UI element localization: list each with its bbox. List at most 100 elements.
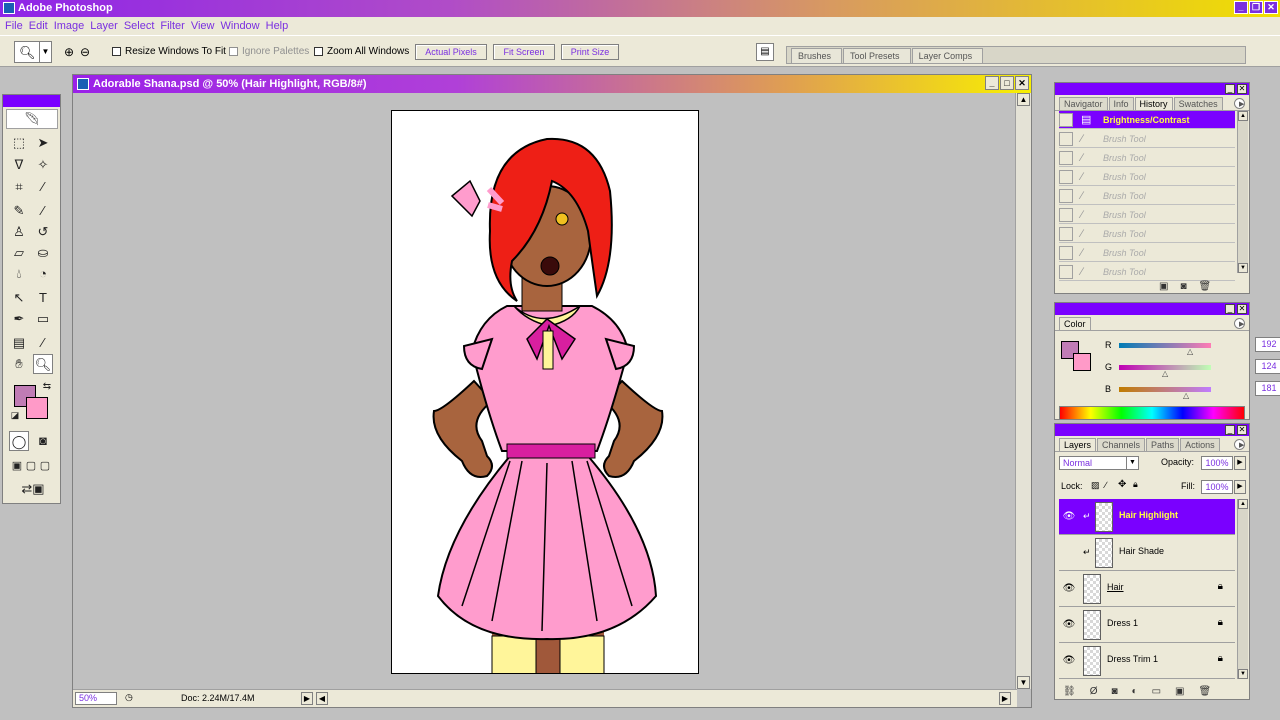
menu-select[interactable]: Select (123, 20, 160, 32)
scroll-up-icon[interactable]: ▲ (1238, 111, 1248, 121)
opacity-field[interactable]: 100% (1201, 456, 1233, 470)
crop-tool-icon[interactable]: ⌗ (9, 177, 29, 197)
standard-mode-icon[interactable]: ◯ (9, 431, 29, 451)
tab-color[interactable]: Color (1059, 317, 1091, 330)
panel-menu-icon[interactable]: ▶ (1234, 439, 1245, 450)
healing-brush-tool-icon[interactable]: ✎ (9, 201, 29, 221)
tab-info[interactable]: Info (1108, 97, 1134, 110)
adjustment-layer-icon[interactable]: ◐ (1132, 686, 1138, 697)
blend-mode-select[interactable]: Normal ▼ (1059, 456, 1139, 470)
panel-close-button[interactable]: ✕ (1237, 425, 1247, 435)
well-tab-layer-comps[interactable]: Layer Comps (911, 48, 984, 63)
brush-tool-icon[interactable]: ∕ (33, 201, 53, 221)
actual-pixels-button[interactable]: Actual Pixels (415, 44, 487, 60)
scroll-left-icon[interactable]: ◀ (316, 692, 328, 705)
fill-arrow-icon[interactable]: ▶ (1234, 480, 1246, 494)
layer-row[interactable]: 👁︎ ↵ Hair Highlight (1059, 499, 1235, 535)
type-tool-icon[interactable]: T (33, 288, 53, 308)
red-value-field[interactable]: 192 (1255, 337, 1280, 352)
scroll-down-icon[interactable]: ▼ (1017, 676, 1030, 689)
fit-screen-button[interactable]: Fit Screen (493, 44, 555, 60)
blue-slider[interactable] (1119, 387, 1211, 392)
zoom-options-icon[interactable]: ◷ (125, 692, 133, 703)
tab-swatches[interactable]: Swatches (1173, 97, 1223, 110)
blue-slider-thumb-icon[interactable]: △ (1183, 391, 1189, 400)
history-panel-header[interactable]: _ ✕ (1055, 83, 1249, 95)
opacity-arrow-icon[interactable]: ▶ (1234, 456, 1246, 470)
dodge-tool-icon[interactable]: ◔ (33, 264, 53, 284)
print-size-button[interactable]: Print Size (561, 44, 619, 60)
jump-to-imageready-icon[interactable]: ⇄▣ (13, 479, 53, 499)
swap-colors-icon[interactable]: ⇆ (37, 377, 57, 397)
panel-close-button[interactable]: ✕ (1237, 84, 1247, 94)
history-item[interactable]: ∕ Brush Tool (1059, 130, 1235, 148)
doc-maximize-button[interactable]: □ (1000, 76, 1014, 90)
layer-row[interactable]: 👁︎ Dress 1 🔒︎ (1059, 607, 1235, 643)
path-selection-tool-icon[interactable]: ↖ (9, 288, 29, 308)
vertical-scrollbar[interactable]: ▲ ▼ (1015, 93, 1031, 689)
layer-row[interactable]: 👁︎ Dress Trim 1 🔒︎ (1059, 643, 1235, 679)
slice-tool-icon[interactable]: ⁄ (33, 177, 53, 197)
history-snapshot-checkbox[interactable] (1059, 226, 1073, 241)
tab-layers[interactable]: Layers (1059, 438, 1097, 451)
lock-pixels-icon[interactable]: ∕ (1105, 480, 1107, 490)
new-snapshot-icon[interactable]: ◙ (1180, 281, 1186, 292)
restore-button[interactable]: ❐ (1249, 1, 1263, 14)
history-snapshot-checkbox[interactable] (1059, 207, 1073, 222)
pen-tool-icon[interactable]: ✒ (9, 309, 29, 329)
history-snapshot-checkbox[interactable] (1059, 112, 1073, 127)
zoom-all-windows-checkbox[interactable]: Zoom All Windows (314, 46, 409, 57)
panel-minimize-button[interactable]: _ (1225, 425, 1235, 435)
minimize-button[interactable]: _ (1234, 1, 1248, 14)
scroll-down-icon[interactable]: ▼ (1238, 263, 1248, 273)
new-document-from-state-icon[interactable]: ▣ (1159, 281, 1168, 292)
history-snapshot-checkbox[interactable] (1059, 188, 1073, 203)
zoom-tool-icon[interactable]: 🔍︎ (33, 354, 53, 374)
shape-tool-icon[interactable]: ▭ (33, 309, 53, 329)
green-slider-thumb-icon[interactable]: △ (1162, 369, 1168, 378)
layer-row[interactable]: 👁︎ Hair 🔒︎ (1059, 571, 1235, 607)
panel-menu-icon[interactable]: ▶ (1234, 98, 1245, 109)
history-item[interactable]: ∕ Brush Tool (1059, 225, 1235, 243)
marquee-tool-icon[interactable]: ⬚ (9, 133, 29, 153)
panel-minimize-button[interactable]: _ (1225, 84, 1235, 94)
panel-close-button[interactable]: ✕ (1237, 304, 1247, 314)
menu-image[interactable]: Image (53, 20, 90, 32)
hand-tool-icon[interactable]: ✋︎ (9, 354, 29, 374)
layer-row[interactable]: ↵ Hair Shade (1059, 535, 1235, 571)
zoom-level-field[interactable]: 50% (75, 692, 117, 705)
doc-close-button[interactable]: ✕ (1015, 76, 1029, 90)
history-item[interactable]: ∕ Brush Tool (1059, 244, 1235, 262)
history-snapshot-checkbox[interactable] (1059, 245, 1073, 260)
doc-minimize-button[interactable]: _ (985, 76, 999, 90)
scroll-up-icon[interactable]: ▲ (1017, 93, 1030, 106)
lock-all-icon[interactable]: 🔒︎ (1133, 479, 1138, 490)
history-snapshot-checkbox[interactable] (1059, 150, 1073, 165)
magic-wand-tool-icon[interactable]: ✧ (33, 155, 53, 175)
new-group-icon[interactable]: ▭ (1152, 686, 1161, 697)
tab-actions[interactable]: Actions (1180, 438, 1220, 451)
move-tool-icon[interactable]: ➤ (33, 133, 53, 153)
layers-scrollbar[interactable]: ▲ ▼ (1237, 499, 1248, 679)
full-screen-mode-icon[interactable]: ▢ (35, 456, 55, 476)
lock-transparency-icon[interactable]: ▨ (1091, 480, 1100, 491)
lock-position-icon[interactable]: ✥ (1118, 479, 1126, 490)
resize-windows-checkbox[interactable]: Resize Windows To Fit (112, 46, 226, 57)
zoom-out-icon[interactable]: ⊖ (80, 45, 90, 59)
visibility-eye-icon[interactable]: 👁︎ (1061, 509, 1077, 525)
default-colors-icon[interactable]: ◪ (5, 405, 25, 425)
eraser-tool-icon[interactable]: ▱ (9, 243, 29, 263)
link-layers-icon[interactable]: ⛓︎ (1063, 686, 1076, 697)
history-item[interactable]: ∕ Brush Tool (1059, 187, 1235, 205)
layer-style-icon[interactable]: Ø (1090, 686, 1098, 697)
red-slider[interactable] (1119, 343, 1211, 348)
fill-field[interactable]: 100% (1201, 480, 1233, 494)
panel-minimize-button[interactable]: _ (1225, 304, 1235, 314)
history-snapshot-checkbox[interactable] (1059, 131, 1073, 146)
new-layer-icon[interactable]: ▣ (1175, 686, 1184, 697)
quick-mask-mode-icon[interactable]: ◙ (33, 431, 53, 451)
menu-window[interactable]: Window (220, 20, 265, 32)
tab-navigator[interactable]: Navigator (1059, 97, 1108, 110)
clone-stamp-tool-icon[interactable]: ♙ (9, 222, 29, 242)
red-slider-thumb-icon[interactable]: △ (1187, 347, 1193, 356)
